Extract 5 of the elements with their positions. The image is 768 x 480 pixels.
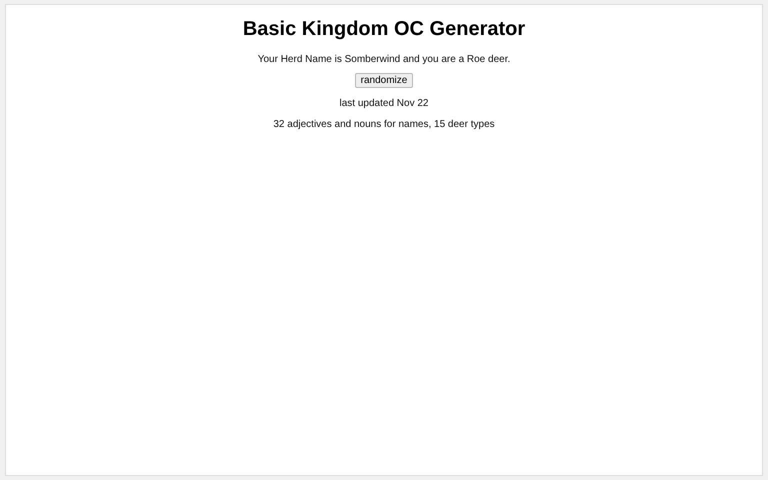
result-text: Your Herd Name is Somberwind and you are a Roe deer. [258,54,510,65]
stats-text: 32 adjectives and nouns for names, 15 deer types [273,119,495,130]
randomize-button[interactable]: randomize [354,73,414,88]
updated-text: last updated Nov 22 [340,98,428,109]
page-title: Basic Kingdom OC Generator [242,18,526,41]
